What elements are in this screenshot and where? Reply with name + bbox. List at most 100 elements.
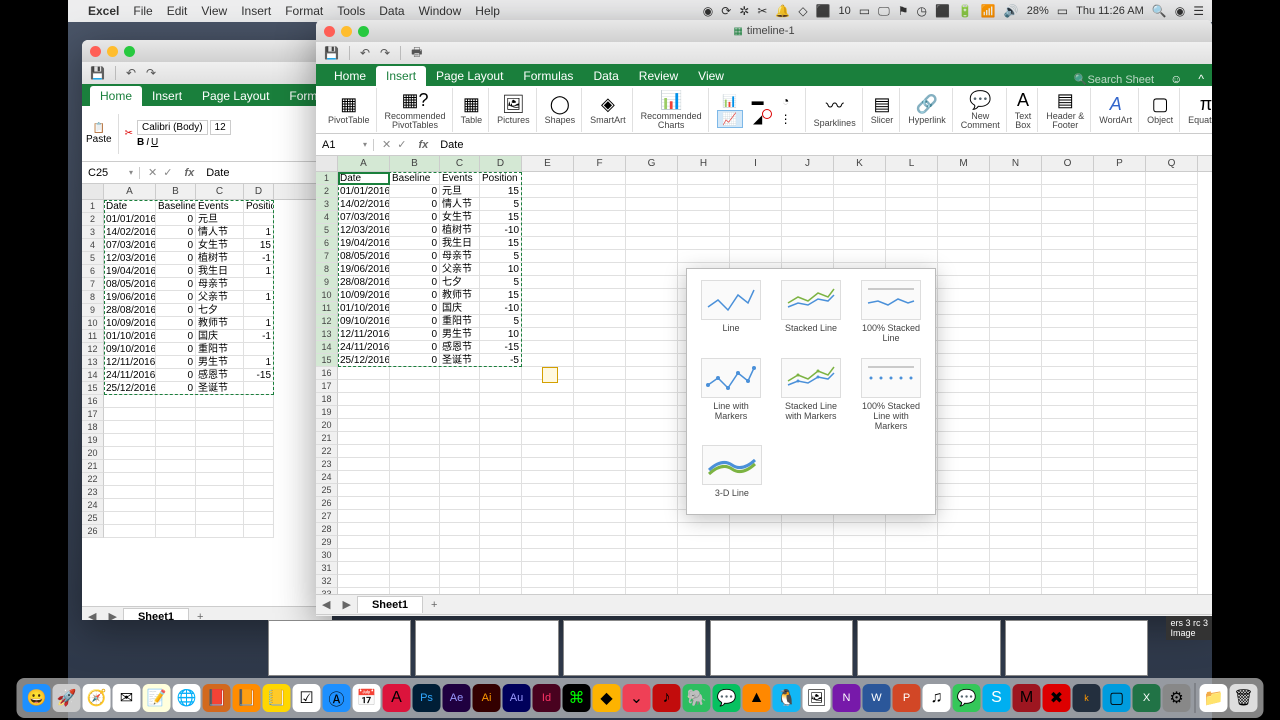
cell[interactable]: 0 xyxy=(390,224,440,237)
thumb[interactable] xyxy=(563,620,706,676)
cell[interactable]: 01/10/2016 xyxy=(338,302,390,315)
undo-icon[interactable]: ↶ xyxy=(126,66,136,80)
col-header[interactable]: I xyxy=(730,156,782,171)
col-header[interactable]: K xyxy=(834,156,886,171)
undo-icon[interactable]: ↶ xyxy=(360,46,370,60)
col-header[interactable]: L xyxy=(886,156,938,171)
cell[interactable]: 0 xyxy=(390,354,440,367)
cut-icon[interactable]: ✂ xyxy=(125,128,133,139)
zoom-icon[interactable] xyxy=(358,26,369,37)
sysprefs-icon[interactable]: ⚙ xyxy=(1163,684,1191,712)
fx-icon[interactable]: fx xyxy=(414,139,432,151)
textbox-icon[interactable]: A xyxy=(1017,90,1029,111)
chart-line[interactable]: Line xyxy=(693,275,769,349)
cell[interactable]: 情人节 xyxy=(440,198,480,211)
hyperlink-icon[interactable]: 🔗 xyxy=(916,94,938,115)
smartart-icon[interactable]: ◈ xyxy=(601,94,615,115)
col-header[interactable]: O xyxy=(1042,156,1094,171)
close-icon[interactable] xyxy=(324,26,335,37)
tab-page-layout[interactable]: Page Layout xyxy=(426,66,513,86)
chart-line-markers[interactable]: Line with Markers xyxy=(693,353,769,437)
mendeley-icon[interactable]: M xyxy=(1013,684,1041,712)
add-sheet-icon[interactable]: + xyxy=(423,599,445,611)
col-header[interactable]: E xyxy=(522,156,574,171)
kindle-icon[interactable]: k xyxy=(1073,684,1101,712)
area-chart-icon[interactable]: ◢ xyxy=(745,110,771,128)
col-header[interactable]: M xyxy=(938,156,990,171)
menu-data[interactable]: Data xyxy=(379,4,404,18)
titlebar[interactable]: timeline-1 xyxy=(316,20,1212,42)
contacts-icon[interactable]: 📕 xyxy=(203,684,231,712)
cell[interactable]: 12/03/2016 xyxy=(338,224,390,237)
thumb[interactable] xyxy=(268,620,411,676)
cell[interactable]: 09/10/2016 xyxy=(338,315,390,328)
cell[interactable]: 母亲节 xyxy=(440,250,480,263)
cell[interactable]: 10/09/2016 xyxy=(338,289,390,302)
tab-insert[interactable]: Insert xyxy=(376,66,426,86)
trash-icon[interactable]: 🗑 xyxy=(1230,684,1258,712)
chart-stacked-line-markers[interactable]: Stacked Line with Markers xyxy=(773,353,849,437)
indesign-icon[interactable]: Id xyxy=(533,684,561,712)
cell[interactable]: 0 xyxy=(390,185,440,198)
chart-stacked-line[interactable]: Stacked Line xyxy=(773,275,849,349)
clock-icon[interactable]: ◷ xyxy=(916,4,926,18)
menu-tools[interactable]: Tools xyxy=(337,4,365,18)
col-header[interactable]: N xyxy=(990,156,1042,171)
qq-icon[interactable]: 🐧 xyxy=(773,684,801,712)
cell[interactable]: Date xyxy=(338,172,390,185)
chrome-icon[interactable]: 🌐 xyxy=(173,684,201,712)
menu-insert[interactable]: Insert xyxy=(241,4,271,18)
cell[interactable]: 0 xyxy=(390,211,440,224)
fx-icon[interactable]: fx xyxy=(180,167,198,179)
thumb[interactable] xyxy=(415,620,558,676)
cell[interactable]: 我生日 xyxy=(440,237,480,250)
rec-charts-icon[interactable]: 📊 xyxy=(660,90,682,111)
cell[interactable]: 0 xyxy=(390,198,440,211)
paste-icon[interactable]: 📋 xyxy=(93,123,105,134)
minimize-icon[interactable] xyxy=(341,26,352,37)
formula-bar-back[interactable]: Date xyxy=(198,167,332,179)
chart-100-stacked-line[interactable]: 100% Stacked Line xyxy=(853,275,929,349)
shapes-icon[interactable]: ◯ xyxy=(550,94,570,115)
battery-icon[interactable]: 🔋 xyxy=(958,4,973,18)
cell[interactable]: -15 xyxy=(480,341,522,354)
table-icon[interactable]: ▦ xyxy=(463,94,480,115)
skype-icon[interactable]: S xyxy=(983,684,1011,712)
enter-icon[interactable]: ✓ xyxy=(163,166,172,179)
col-header[interactable]: D xyxy=(480,156,522,171)
bluetooth-icon[interactable]: ✲ xyxy=(739,4,749,18)
bar-chart-icon[interactable]: ▬ xyxy=(745,92,771,110)
menu-view[interactable]: View xyxy=(201,4,227,18)
menu-format[interactable]: Format xyxy=(285,4,323,18)
tab-home[interactable]: Home xyxy=(324,66,376,86)
cell[interactable]: 0 xyxy=(390,315,440,328)
col-header[interactable]: F xyxy=(574,156,626,171)
col-header[interactable]: C xyxy=(440,156,480,171)
launchpad-icon[interactable]: 🚀 xyxy=(53,684,81,712)
feedback-icon[interactable]: ☺ xyxy=(1162,72,1190,86)
search-sheet[interactable]: 🔍 Search Sheet xyxy=(1066,73,1162,86)
preview-icon[interactable]: 🖼 xyxy=(803,684,831,712)
finder-icon[interactable]: 😀 xyxy=(23,684,51,712)
netease-icon[interactable]: ♪ xyxy=(653,684,681,712)
cell[interactable]: 0 xyxy=(390,237,440,250)
cell[interactable]: 0 xyxy=(390,263,440,276)
sync-icon[interactable]: ⟳ xyxy=(721,4,731,18)
cell[interactable]: 父亲节 xyxy=(440,263,480,276)
cell[interactable]: 5 xyxy=(480,315,522,328)
header-footer-icon[interactable]: ▤ xyxy=(1057,90,1074,111)
chart-100-stacked-line-markers[interactable]: 100% Stacked Line with Markers xyxy=(853,353,929,437)
cell[interactable]: 15 xyxy=(480,289,522,302)
cell[interactable]: 19/06/2016 xyxy=(338,263,390,276)
menu-file[interactable]: File xyxy=(133,4,152,18)
cell[interactable]: 0 xyxy=(390,302,440,315)
record-icon[interactable]: ◉ xyxy=(703,4,713,18)
cell[interactable]: -10 xyxy=(480,224,522,237)
col-header[interactable]: H xyxy=(678,156,730,171)
wordart-icon[interactable]: A xyxy=(1110,94,1122,115)
collapse-icon[interactable]: ^ xyxy=(1190,72,1212,86)
col-header[interactable]: A xyxy=(338,156,390,171)
sketch-icon[interactable]: ◆ xyxy=(593,684,621,712)
cell[interactable]: 28/08/2016 xyxy=(338,276,390,289)
sheet-prev-back[interactable]: ◀ xyxy=(82,610,102,620)
